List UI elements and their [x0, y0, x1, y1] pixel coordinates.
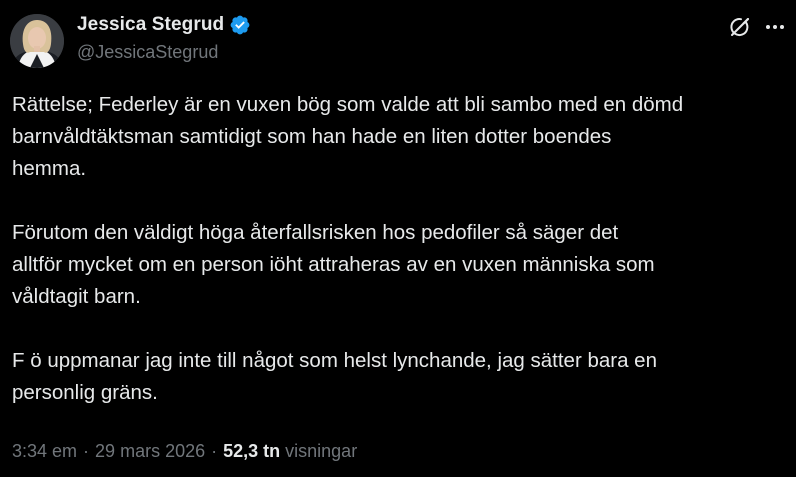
- author-name-row: Jessica Stegrud: [77, 13, 251, 37]
- tweet-date[interactable]: 29 mars 2026: [95, 441, 205, 462]
- more-dots-icon[interactable]: [764, 17, 786, 37]
- tweet-line: hemma.: [12, 157, 87, 180]
- avatar[interactable]: [10, 14, 64, 68]
- views-label: visningar: [285, 441, 358, 461]
- meta-separator: ·: [83, 441, 90, 461]
- meta-separator: ·: [211, 441, 218, 461]
- tweet-paragraph: Rättelse; Federley är en vuxen bög som v…: [12, 89, 792, 185]
- tweet-line: Förutom den väldigt höga återfallsrisken…: [12, 221, 619, 244]
- tweet-text: Rättelse; Federley är en vuxen bög som v…: [12, 89, 792, 409]
- tweet-time[interactable]: 3:34 em: [12, 441, 77, 462]
- tweet-line: våldtagit barn.: [12, 285, 141, 308]
- tweet-line: personlig gräns.: [12, 381, 158, 404]
- profile-photo-icon: [10, 14, 64, 68]
- tweet-line: F ö uppmanar jag inte till något som hel…: [12, 349, 657, 372]
- author-display-name[interactable]: Jessica Stegrud: [77, 14, 224, 36]
- verified-badge-icon[interactable]: [229, 14, 251, 36]
- tweet-paragraph: F ö uppmanar jag inte till något som hel…: [12, 345, 792, 409]
- author-handle[interactable]: @JessicaStegrud: [77, 42, 218, 63]
- grok-icon[interactable]: [728, 15, 752, 39]
- tweet-line: alltför mycket om en person iöht attrahe…: [12, 253, 655, 276]
- tweet-paragraph: Förutom den väldigt höga återfallsrisken…: [12, 217, 792, 313]
- tweet: Jessica Stegrud @JessicaStegrud Rättelse…: [0, 0, 796, 477]
- views-count: 52,3 tn: [223, 441, 281, 461]
- tweet-line: Rättelse; Federley är en vuxen bög som v…: [12, 93, 684, 116]
- tweet-line: barnvåldtäktsman samtidigt som han hade …: [12, 125, 612, 148]
- tweet-meta: 3:34 em · 29 mars 2026 · 52,3 tn visning…: [12, 441, 357, 462]
